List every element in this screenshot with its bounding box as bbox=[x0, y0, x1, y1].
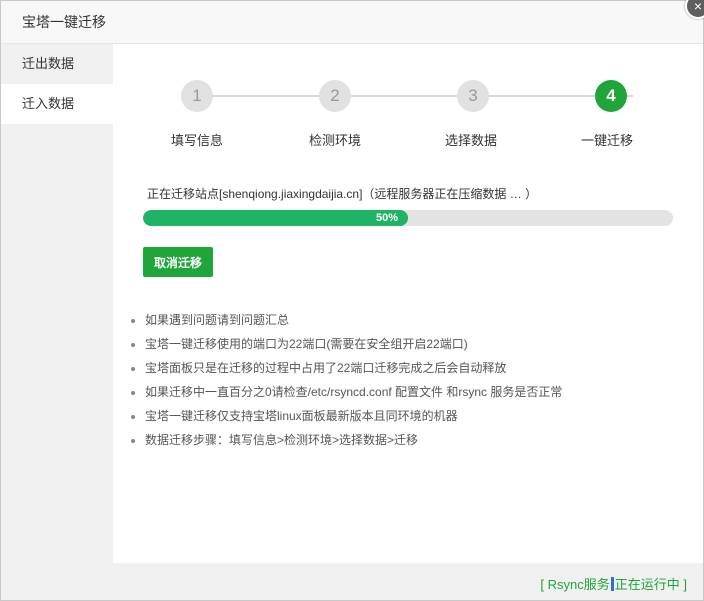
cancel-migration-button[interactable]: 取消迁移 bbox=[143, 247, 213, 277]
tip-item: 宝塔一键迁移仅支持宝塔linux面板最新版本且同环境的机器 bbox=[145, 406, 704, 430]
migration-dialog: 宝塔一键迁移 × 迁出数据 迁入数据 1 2 3 4 填写信息 检测环境 选择数… bbox=[0, 0, 704, 601]
sidebar: 迁出数据 迁入数据 bbox=[1, 44, 113, 563]
step-2-circle: 2 bbox=[319, 80, 351, 112]
sidebar-item-label: 迁入数据 bbox=[22, 96, 75, 111]
dialog-title: 宝塔一键迁移 bbox=[22, 14, 106, 30]
progress-fill: 50% bbox=[143, 210, 408, 226]
step-connector bbox=[351, 95, 457, 97]
step-connector bbox=[489, 95, 595, 97]
tip-item: 宝塔面板只是在迁移的过程中占用了22端口迁移完成之后会自动释放 bbox=[145, 358, 704, 382]
dialog-footer: [ Rsync服务 正在运行中 ] bbox=[1, 563, 703, 600]
step-connector bbox=[213, 95, 319, 97]
migration-status-text: 正在迁移站点[shenqiong.jiaxingdaijia.cn]（远程服务器… bbox=[147, 187, 538, 201]
step-3-circle: 3 bbox=[457, 80, 489, 112]
rsync-status: [ Rsync服务 正在运行中 ] bbox=[540, 574, 687, 593]
tip-item: 如果迁移中一直百分之0请检查/etc/rsyncd.conf 配置文件 和rsy… bbox=[145, 382, 704, 406]
rsync-status-suffix: 正在运行中 ] bbox=[614, 577, 687, 592]
step-connector bbox=[627, 95, 633, 97]
step-4-circle: 4 bbox=[595, 80, 627, 112]
tip-item: 宝塔一键迁移使用的端口为22端口(需要在安全组开启22端口) bbox=[145, 334, 704, 358]
sidebar-item-import[interactable]: 迁入数据 bbox=[1, 84, 113, 124]
step-indicator: 1 2 3 4 填写信息 检测环境 选择数据 一键迁移 bbox=[113, 44, 703, 154]
tip-item: 如果遇到问题请到问题汇总 bbox=[145, 310, 704, 334]
step-3-label: 选择数据 bbox=[444, 133, 497, 148]
progress-bar: 50% bbox=[143, 210, 673, 226]
progress-label: 50% bbox=[375, 212, 398, 224]
main-panel: 1 2 3 4 填写信息 检测环境 选择数据 一键迁移 正在迁移站点[shenq… bbox=[113, 44, 703, 563]
step-1-circle: 1 bbox=[181, 80, 213, 112]
step-1-label: 填写信息 bbox=[170, 133, 223, 148]
dialog-titlebar: 宝塔一键迁移 bbox=[1, 1, 703, 44]
text-cursor bbox=[610, 577, 614, 591]
step-2-label: 检测环境 bbox=[308, 133, 361, 148]
tip-item: 数据迁移步骤：填写信息>检测环境>选择数据>迁移 bbox=[145, 430, 704, 454]
rsync-status-prefix: [ Rsync服务 bbox=[540, 577, 610, 592]
sidebar-item-export[interactable]: 迁出数据 bbox=[1, 44, 113, 84]
sidebar-item-label: 迁出数据 bbox=[22, 56, 75, 71]
step-4-label: 一键迁移 bbox=[580, 133, 633, 148]
tips-list: 如果遇到问题请到问题汇总 宝塔一键迁移使用的端口为22端口(需要在安全组开启22… bbox=[125, 310, 704, 454]
